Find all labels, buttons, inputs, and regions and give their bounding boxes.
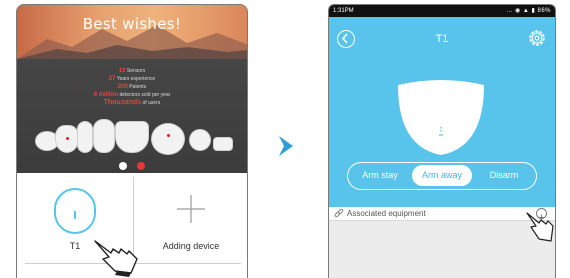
- carousel-indicator: [17, 157, 247, 173]
- device-panel: T1 Arm stay Arm away Disarm: [329, 17, 555, 207]
- disarm-button[interactable]: Disarm: [476, 165, 532, 186]
- status-icons: … ◉ ▲ ▮ 86%: [506, 8, 551, 14]
- status-time: 1:31PM: [333, 8, 354, 14]
- stat-detectors: 8 million detectors sold per year: [93, 92, 171, 98]
- sensor-device: [213, 137, 233, 151]
- stat-sensors: 10 Sensors: [118, 68, 146, 74]
- device-detail-screen: 1:31PM … ◉ ▲ ▮ 86% T1 Arm stay Arm away …: [328, 4, 556, 278]
- sensor-device: [115, 121, 149, 153]
- adding-device-button[interactable]: Adding device: [134, 177, 247, 263]
- link-icon: [334, 209, 344, 218]
- carousel-dot-active[interactable]: [137, 162, 145, 170]
- sensor-device: [151, 123, 185, 155]
- battery-level: 86%: [537, 8, 551, 14]
- company-stats: 10 Sensors 27 Years experience 200 Paten…: [17, 67, 247, 107]
- t1-device-icon: [54, 188, 96, 234]
- arm-stay-button[interactable]: Arm stay: [352, 165, 408, 186]
- next-arrow-icon: [279, 136, 293, 156]
- t1-device-image: [398, 80, 484, 155]
- arm-mode-selector: Arm stay Arm away Disarm: [347, 162, 537, 190]
- pointing-hand-icon: [94, 240, 138, 277]
- product-lineup-image: [17, 117, 247, 159]
- pointing-hand-icon: [526, 212, 554, 242]
- sensor-device: [93, 119, 115, 153]
- page-title: T1: [435, 33, 449, 45]
- associated-equipment-row: Associated equipment: [329, 207, 555, 221]
- promo-banner: Best wishes! 10 Sensors 27 Years experie…: [17, 5, 247, 173]
- stat-experience: 27 Years experience: [108, 76, 156, 82]
- adding-device-label: Adding device: [162, 241, 220, 251]
- banner-title: Best wishes!: [82, 15, 182, 33]
- sensor-device: [189, 129, 211, 151]
- home-screen: Best wishes! 10 Sensors 27 Years experie…: [16, 4, 248, 278]
- stat-patents: 200 Patents: [117, 84, 147, 90]
- stat-users: Thousands of users: [103, 99, 161, 106]
- arm-away-button[interactable]: Arm away: [412, 165, 472, 186]
- gear-icon[interactable]: [527, 28, 547, 48]
- carousel-dot[interactable]: [119, 162, 127, 170]
- associated-equipment-label: Associated equipment: [347, 209, 426, 218]
- sensor-device: [77, 121, 93, 153]
- plus-icon: [177, 195, 205, 223]
- status-bar: 1:31PM … ◉ ▲ ▮ 86%: [329, 5, 555, 17]
- sensor-device: [55, 125, 79, 153]
